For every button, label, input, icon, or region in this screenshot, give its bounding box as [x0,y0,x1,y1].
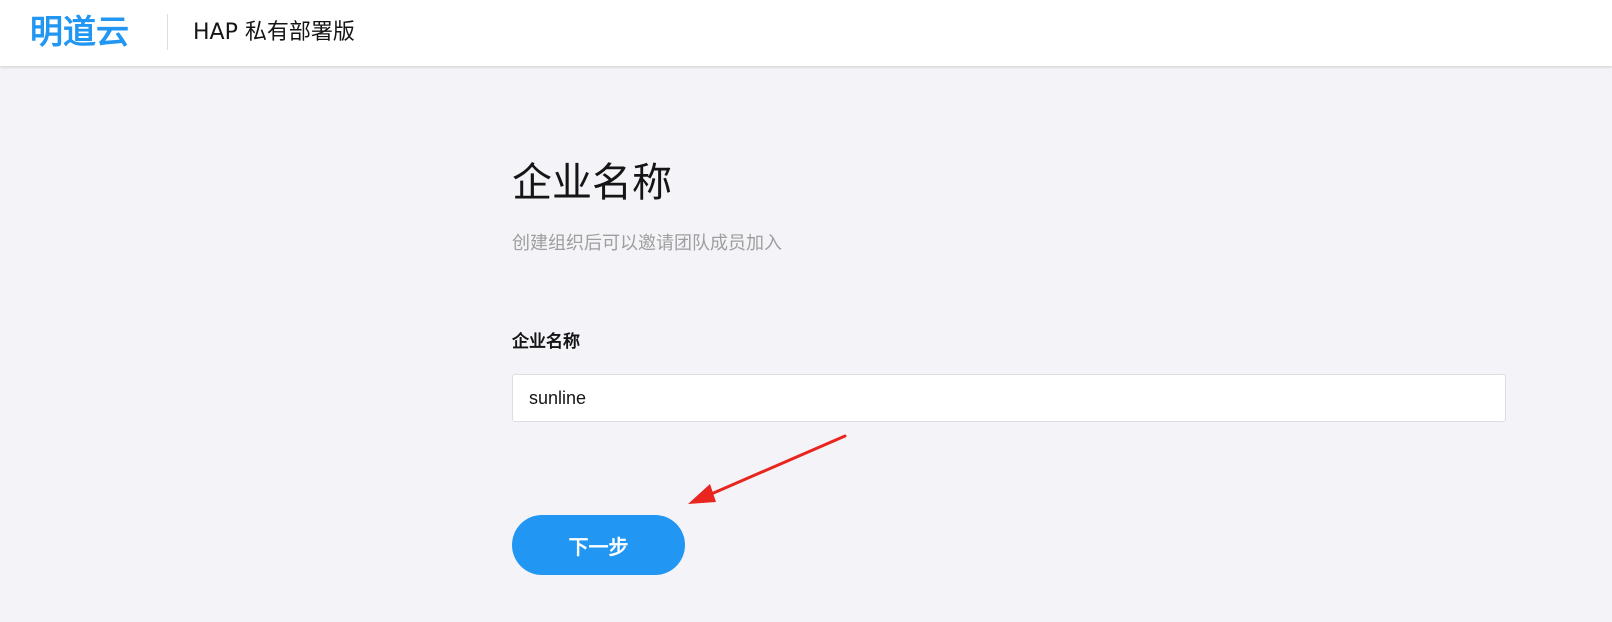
arrow-head [688,484,716,504]
next-step-button[interactable]: 下一步 [512,515,685,575]
company-name-input[interactable] [512,374,1506,422]
brand-logo[interactable]: 明道云 [30,12,129,52]
arrow-annotation-icon [688,434,847,504]
page-title: 企业名称 [512,160,672,206]
top-header: 明道云 HAP 私有部署版 [0,0,1612,66]
main-content: 企业名称 创建组织后可以邀请团队成员加入 企业名称 下一步 [0,66,1612,622]
arrow-shaft [700,434,847,500]
product-name: HAP 私有部署版 [193,20,355,45]
page-subtitle: 创建组织后可以邀请团队成员加入 [512,233,782,254]
company-name-label: 企业名称 [512,332,580,352]
header-divider [167,14,168,50]
